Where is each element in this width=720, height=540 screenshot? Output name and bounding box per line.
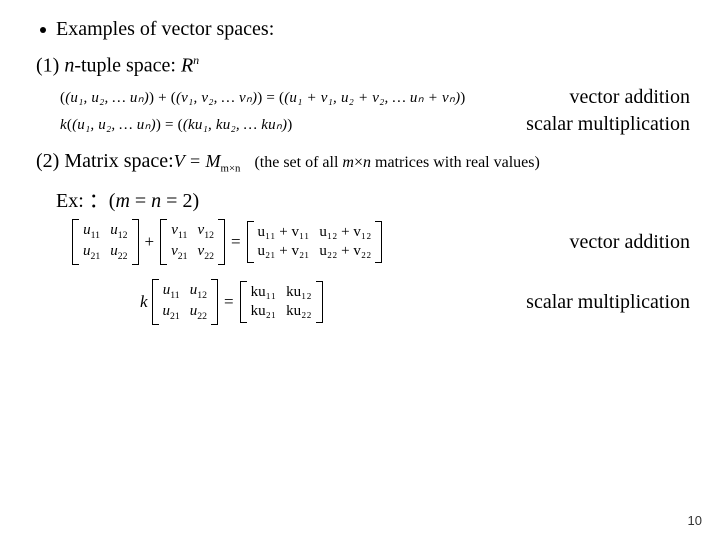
ex-n: n [151, 190, 161, 212]
eq-op-1: = [231, 232, 241, 252]
ex-eq1: = [130, 190, 151, 212]
t-add-plus: + [158, 90, 171, 106]
note-m: m [342, 154, 354, 171]
matrix-sum: u₁₁ + v₁₁ u₁₂ + v₁₂ u₂₁ + v₂₁ u₂₂ + v₂₂ [247, 221, 383, 263]
t-add-rhs: (u₁ + v₁, u₂ + v₂, … uₙ + vₙ) [284, 90, 460, 106]
t-sm-rhs: (ku₁, ku₂, … kuₙ) [183, 117, 287, 133]
sec1-prefix: (1) [36, 55, 64, 77]
tuple-sm-eq: k((u₁, u₂, … uₙ)) = ((ku₁, ku₂, … kuₙ)) [60, 115, 292, 134]
matrix-u2: u11 u12 u21 u22 [152, 279, 219, 325]
sec2-V-sub: m×n [221, 162, 241, 174]
example-heading: Ex: ：(m = n = 2) [56, 184, 690, 213]
section-1-heading: (1) n-tuple space: Rn [36, 53, 690, 78]
sec1-R: R [181, 55, 193, 77]
t-add-lhs2: (v₁, v₂, … vₙ) [176, 90, 257, 106]
bullet-icon [40, 27, 46, 33]
t-sm-k: k [60, 117, 67, 133]
page-number: 10 [688, 513, 702, 528]
note-n: n [363, 154, 371, 171]
sec1-n: n [64, 55, 74, 77]
section-2-heading: (2) Matrix space: V = Mm×n (the set of a… [36, 150, 690, 175]
ex-prefix: Ex: ：( [56, 190, 115, 212]
plus-op: + [145, 232, 155, 252]
sec2-label: (2) Matrix space: [36, 150, 174, 173]
note-close: matrices with real values) [371, 154, 540, 171]
matrix-addition-row: u11 u12 u21 u22 + v11 v12 v21 v22 = u₁₁ … [70, 219, 690, 265]
tuple-add-eq: ((u₁, u₂, … uₙ)) + ((v₁, v₂, … vₙ)) = ((… [60, 88, 465, 107]
t-add-lhs1: (u₁, u₂, … uₙ) [65, 90, 149, 106]
matrix-add-label: vector addition [559, 231, 690, 254]
tuple-addition-row: ((u₁, u₂, … uₙ)) + ((v₁, v₂, … vₙ)) = ((… [60, 86, 690, 109]
slide: Examples of vector spaces: (1) n-tuple s… [0, 0, 720, 540]
note-x: × [354, 154, 363, 171]
tuple-scalar-row: k((u₁, u₂, … uₙ)) = ((ku₁, ku₂, … kuₙ)) … [60, 113, 690, 136]
tuple-sm-label: scalar multiplication [516, 113, 690, 136]
t-sm-eq: = [165, 117, 178, 133]
note-open: (the set of all [254, 154, 342, 171]
sec2-note: (the set of all m×n matrices with real v… [254, 154, 539, 172]
matrix-ku: ku₁₁ ku₁₂ ku₂₁ ku₂₂ [240, 281, 323, 323]
bullet-title: Examples of vector spaces: [56, 18, 274, 41]
matrix-sm-label: scalar multiplication [516, 291, 690, 314]
ex-eq2: = 2) [161, 190, 199, 212]
sec1-suffix: -tuple space: [74, 55, 181, 77]
matrix-v: v11 v12 v21 v22 [160, 219, 225, 265]
t-add-eq: = [266, 90, 279, 106]
ex-m: m [115, 190, 129, 212]
scalar-k: k [140, 292, 148, 312]
t-sm-lhs: (u₁, u₂, … uₙ) [72, 117, 156, 133]
eq-op-2: = [224, 292, 234, 312]
sec2-Veq: V = Mm×n [174, 151, 241, 175]
sec2-V: V = M [174, 151, 221, 171]
sec1-R-exp: n [193, 53, 199, 67]
matrix-u: u11 u12 u21 u22 [72, 219, 139, 265]
bullet-title-row: Examples of vector spaces: [40, 18, 690, 41]
matrix-scalar-row: k u11 u12 u21 u22 = ku₁₁ ku₁₂ ku₂₁ ku₂₂ … [140, 279, 690, 325]
tuple-add-label: vector addition [559, 86, 690, 109]
